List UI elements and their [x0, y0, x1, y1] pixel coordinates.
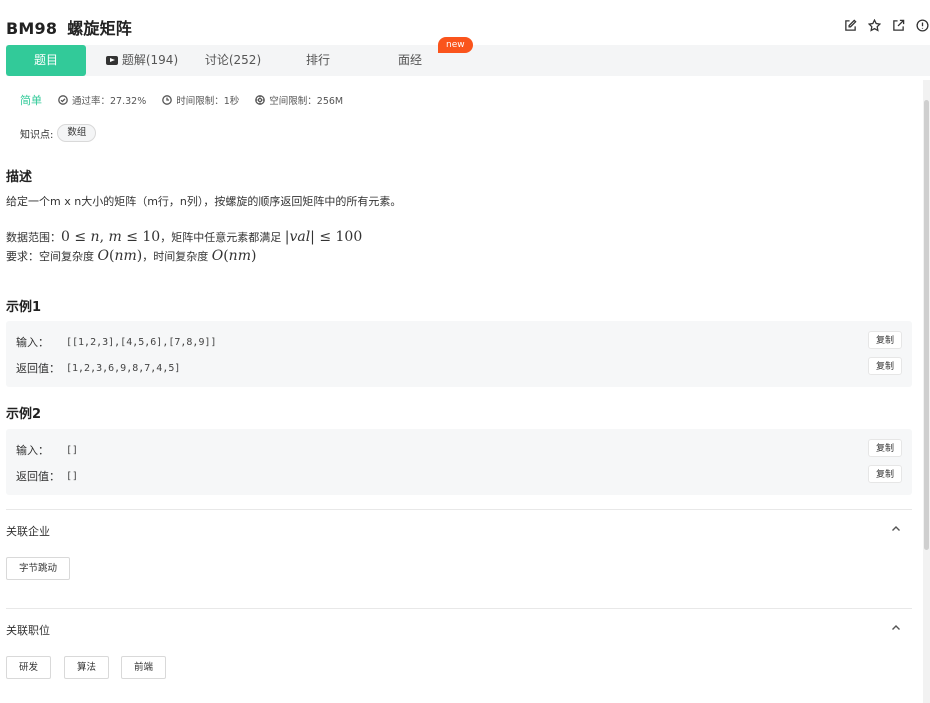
example1-output-row: 返回值： [1,2,3,6,9,8,7,4,5] [16, 360, 180, 376]
divider [6, 509, 912, 510]
tab-solutions-label: 题解(194) [121, 53, 179, 67]
pass-rate: 通过率：27.32% [58, 93, 146, 107]
difficulty-label: 简单 [20, 94, 42, 107]
knowledge-label: 知识点: [20, 129, 54, 141]
related-positions-title: 关联职位 [6, 624, 50, 637]
constraints: 数据范围：0 ≤ n, m ≤ 10，矩阵中任意元素都满足 |val| ≤ 10… [6, 228, 362, 266]
share-icon[interactable] [890, 17, 906, 33]
tab-problem[interactable]: 题目 [6, 45, 86, 76]
example1-box: 输入： [[1,2,3],[4,5,6],[7,8,9]] 复制 返回值： [1… [6, 321, 912, 387]
example2-input-label: 输入： [16, 444, 49, 457]
new-badge: new [438, 37, 473, 53]
pass-rate-text: 通过率：27.32% [72, 96, 147, 107]
problem-title: BM98 螺旋矩阵 [6, 15, 132, 39]
space-complexity: O(nm) [97, 248, 143, 264]
example2-heading: 示例2 [6, 407, 42, 422]
example1-input-label: 输入： [16, 336, 49, 349]
copy-button[interactable]: 复制 [868, 357, 902, 375]
tab-discussion[interactable]: 讨论(252) [188, 45, 278, 76]
example1-heading: 示例1 [6, 300, 42, 315]
position-tag[interactable]: 前端 [121, 656, 167, 679]
chevron-up-icon[interactable] [890, 622, 906, 638]
tab-ranking[interactable]: 排行 [282, 45, 354, 76]
chevron-up-icon[interactable] [890, 523, 906, 539]
company-tag[interactable]: 字节跳动 [6, 557, 71, 580]
video-icon [105, 56, 118, 65]
time-complexity: O(nm) [211, 248, 257, 264]
requirement-line: 要求：空间复杂度 O(nm)，时间复杂度 O(nm) [6, 247, 362, 266]
memory-limit-text: 空间限制：256M [269, 96, 344, 107]
example2-output-label: 返回值： [16, 470, 60, 483]
info-icon[interactable] [914, 17, 930, 33]
scrollbar-thumb[interactable] [924, 100, 929, 550]
example2-input-row: 输入： [] [16, 442, 78, 458]
example1-output-label: 返回值： [16, 362, 60, 375]
tab-bar: 题目 题解(194) 讨论(252) 排行 面经 new [6, 37, 930, 76]
chip-icon [255, 95, 266, 105]
problem-meta: 简单 通过率：27.32% 时间限制：1秒 空间限制：256M [20, 93, 359, 107]
time-limit: 时间限制：1秒 [162, 93, 239, 107]
divider [6, 608, 912, 609]
header-actions [842, 17, 930, 33]
example2-output-value: [] [66, 470, 79, 482]
requirement-middle: ，时间复杂度 [142, 250, 209, 263]
example2-box: 输入： [] 复制 返回值： [] 复制 [6, 429, 912, 495]
memory-limit: 空间限制：256M [255, 93, 343, 107]
value-formula: |val| ≤ 100 [284, 229, 363, 245]
example1-input-row: 输入： [[1,2,3],[4,5,6],[7,8,9]] [16, 334, 217, 350]
copy-button[interactable]: 复制 [868, 439, 902, 457]
position-tag[interactable]: 算法 [64, 656, 110, 679]
range-formula: 0 ≤ n, m ≤ 10 [61, 229, 161, 245]
knowledge-points: 知识点: 数组 [20, 124, 97, 142]
description-heading: 描述 [6, 170, 33, 185]
description-text: 给定一个m x n大小的矩阵（m行，n列），按螺旋的顺序返回矩阵中的所有元素。 [6, 195, 402, 208]
data-range-label: 数据范围： [6, 231, 61, 244]
copy-button[interactable]: 复制 [868, 465, 902, 483]
problem-id: BM98 [6, 19, 58, 38]
range-suffix: ，矩阵中任意元素都满足 [160, 231, 282, 244]
clock-icon [162, 95, 173, 105]
copy-button[interactable]: 复制 [868, 331, 902, 349]
check-circle-icon [58, 95, 68, 105]
example2-output-row: 返回值： [] [16, 468, 78, 484]
tab-solutions[interactable]: 题解(194) [102, 45, 182, 76]
time-limit-text: 时间限制：1秒 [176, 96, 240, 107]
requirement-label: 要求：空间复杂度 [6, 250, 94, 263]
edit-icon[interactable] [842, 17, 858, 33]
example2-input-value: [] [66, 444, 79, 456]
star-icon[interactable] [866, 17, 882, 33]
problem-name: 螺旋矩阵 [67, 19, 132, 38]
position-tag[interactable]: 研发 [6, 656, 52, 679]
example1-input-value: [[1,2,3],[4,5,6],[7,8,9]] [66, 336, 217, 348]
knowledge-tag[interactable]: 数组 [57, 124, 97, 142]
related-companies-title: 关联企业 [6, 525, 50, 538]
data-range-line: 数据范围：0 ≤ n, m ≤ 10，矩阵中任意元素都满足 |val| ≤ 10… [6, 228, 362, 247]
example1-output-value: [1,2,3,6,9,8,7,4,5] [66, 362, 181, 374]
